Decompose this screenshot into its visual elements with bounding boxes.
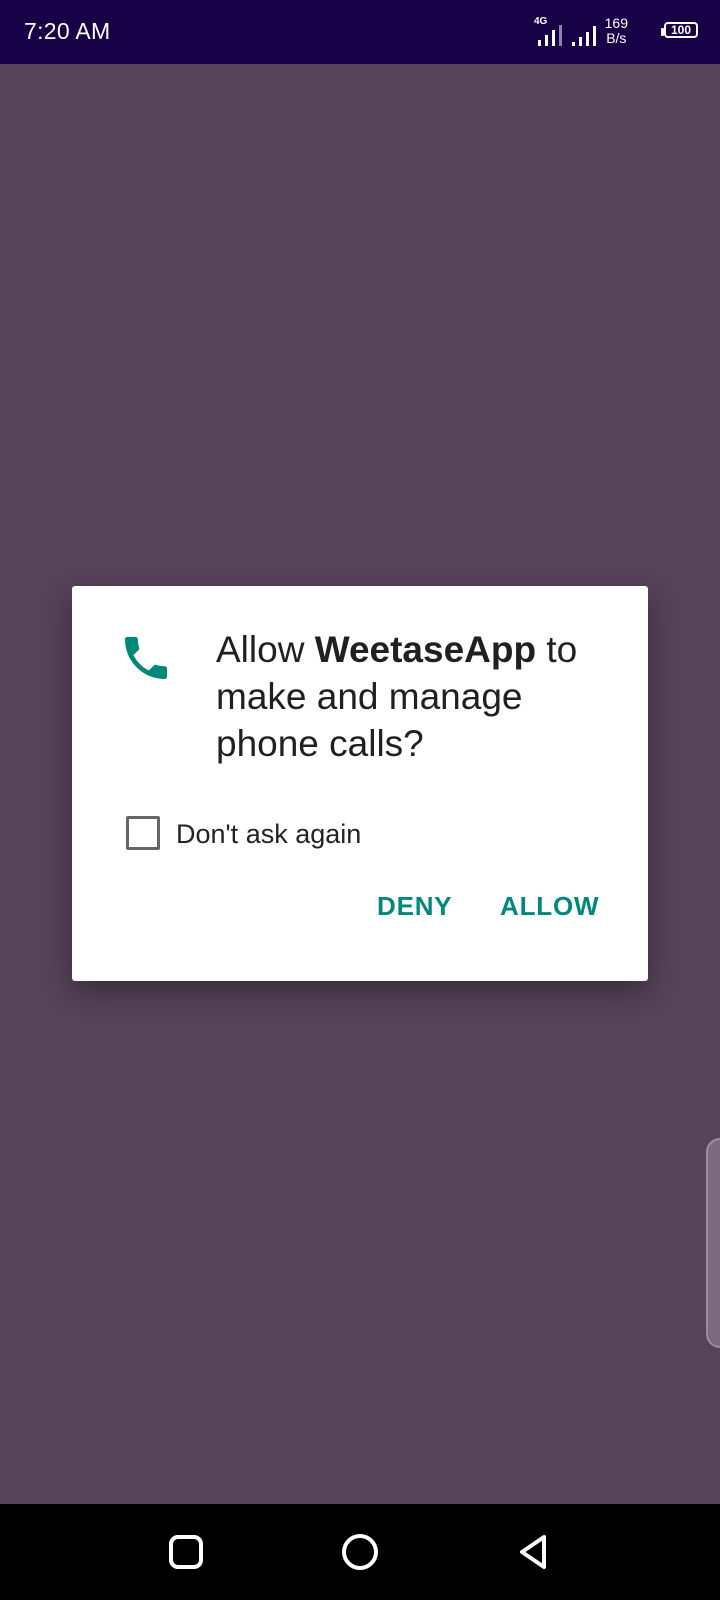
recents-square-icon[interactable] bbox=[166, 1532, 206, 1572]
dialog-title: Allow WeetaseApp to make and manage phon… bbox=[216, 626, 616, 767]
status-icons: 4G 169 B/s 100 bbox=[534, 14, 698, 50]
network-speed: 169 B/s bbox=[605, 16, 628, 46]
allow-button[interactable]: ALLOW bbox=[500, 891, 599, 922]
edge-panel-handle[interactable] bbox=[706, 1138, 720, 1348]
signal-icon bbox=[538, 25, 562, 46]
status-bar: 7:20 AM 4G 169 B/s 100 bbox=[0, 0, 720, 64]
home-circle-icon[interactable] bbox=[340, 1532, 380, 1572]
speed-value: 169 bbox=[604, 15, 628, 31]
battery-icon: 100 bbox=[661, 22, 698, 38]
deny-button[interactable]: DENY bbox=[377, 891, 452, 922]
title-prefix: Allow bbox=[216, 629, 315, 670]
speed-unit: B/s bbox=[606, 30, 627, 46]
back-triangle-icon[interactable] bbox=[514, 1532, 554, 1572]
battery-tip bbox=[661, 28, 664, 36]
permission-dialog: Allow WeetaseApp to make and manage phon… bbox=[72, 586, 648, 981]
phone-icon bbox=[125, 637, 167, 679]
signal-icon-2 bbox=[572, 26, 596, 46]
battery-level: 100 bbox=[670, 23, 692, 37]
app-name: WeetaseApp bbox=[314, 629, 537, 670]
navigation-bar bbox=[0, 1504, 720, 1600]
status-time: 7:20 AM bbox=[24, 18, 111, 44]
dont-ask-again-label[interactable]: Don't ask again bbox=[176, 819, 361, 850]
dont-ask-again-checkbox[interactable] bbox=[126, 816, 160, 850]
